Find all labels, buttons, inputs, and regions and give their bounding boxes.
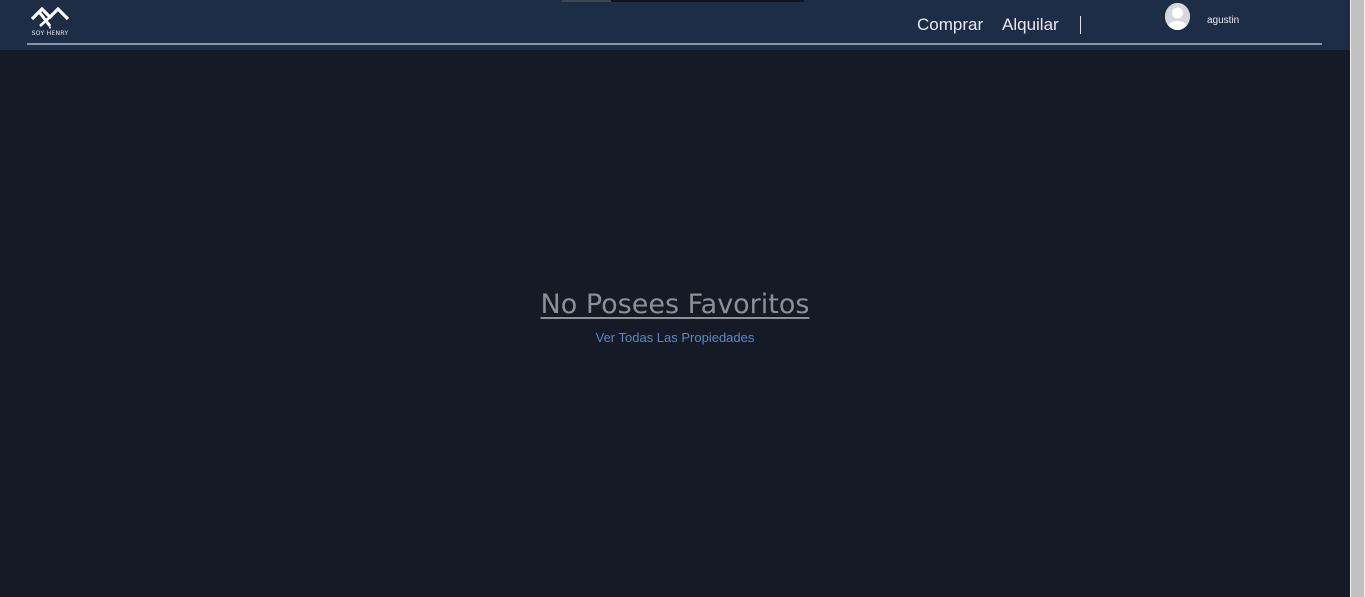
logo-text: SOY HENRY [31, 30, 69, 37]
favorites-page: SOY HENRY Comprar Alquilar agustin No Po… [0, 0, 1365, 597]
house-logo-icon [30, 6, 70, 29]
navbar-underline [27, 43, 1322, 45]
nav-link-alquilar[interactable]: Alquilar [1002, 15, 1059, 35]
loading-progress-bar [562, 0, 804, 2]
logo[interactable]: SOY HENRY [28, 5, 72, 41]
view-all-properties-link[interactable]: Ver Todas Las Propiedades [0, 330, 1350, 345]
navbar: SOY HENRY Comprar Alquilar agustin [0, 0, 1350, 50]
username[interactable]: agustin [1207, 15, 1239, 26]
empty-favorites-heading: No Posees Favoritos [540, 289, 810, 320]
loading-progress-fill [562, 0, 611, 2]
scrollbar-thumb[interactable] [1351, 0, 1364, 597]
nav-link-comprar[interactable]: Comprar [917, 15, 983, 35]
user-avatar[interactable] [1165, 3, 1190, 30]
nav-divider [1080, 16, 1081, 34]
user-avatar-icon [1165, 3, 1190, 30]
vertical-scrollbar[interactable] [1350, 0, 1365, 597]
